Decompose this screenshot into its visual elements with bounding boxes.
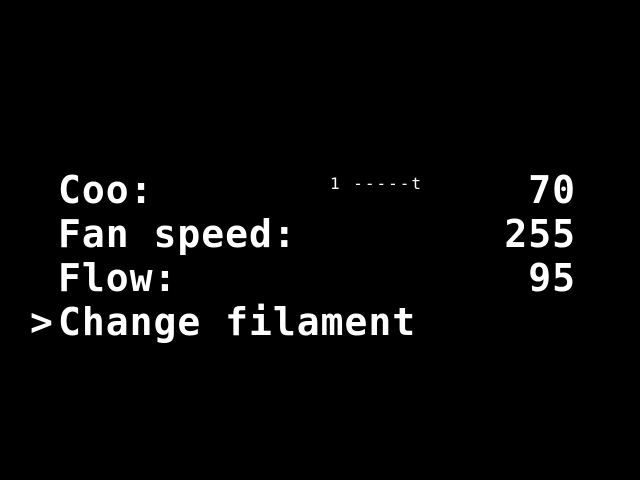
menu-list: Coo: 1 -----t 70 Fan speed: 255 Flow: 95… [30,168,590,344]
menu-item-value: 70 [528,168,576,212]
menu-item-label: Coo: [58,168,154,212]
menu-item-label: Fan speed: [58,212,297,256]
menu-item-flow[interactable]: Flow: 95 [30,256,590,300]
menu-item-label: Change filament [58,300,417,344]
menu-item-hint: 1 -----t [330,174,424,193]
menu-item-cool[interactable]: Coo: 1 -----t 70 [30,168,590,212]
menu-item-fan-speed[interactable]: Fan speed: 255 [30,212,590,256]
menu-item-value: 95 [528,256,576,300]
lcd-screen: Coo: 1 -----t 70 Fan speed: 255 Flow: 95… [0,0,640,480]
selection-cursor-icon: > [30,300,54,344]
menu-item-value: 255 [504,212,576,256]
menu-item-label: Flow: [58,256,178,300]
menu-item-change-filament[interactable]: > Change filament [30,300,590,344]
